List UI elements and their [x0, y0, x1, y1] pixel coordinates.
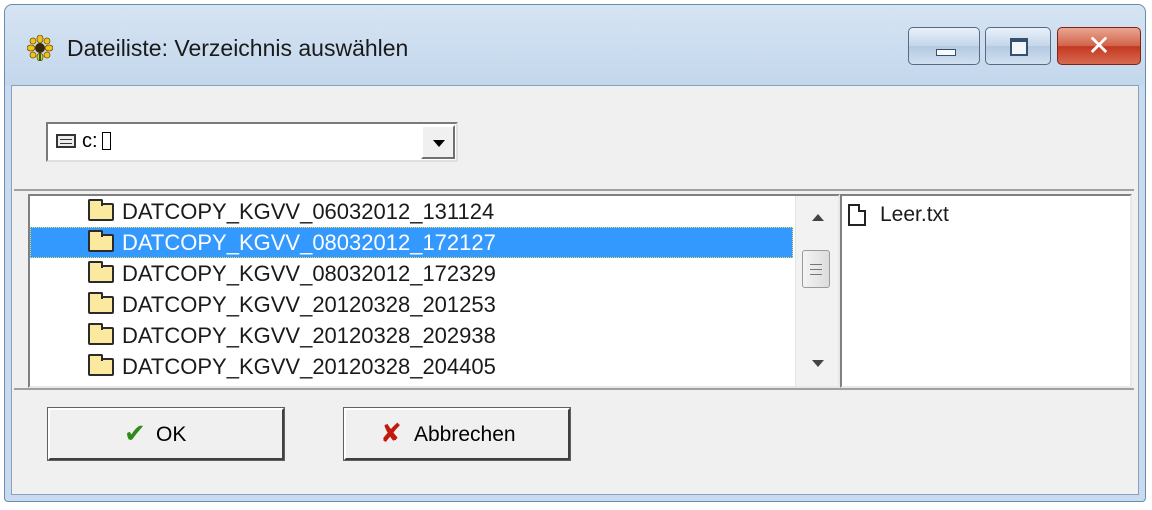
directory-item[interactable]: DATCOPY_KGVV_20120328_201253	[30, 289, 793, 320]
folder-icon	[88, 199, 114, 221]
directory-item[interactable]: DATCOPY_KGVV_06032012_131124	[30, 196, 793, 227]
folder-icon	[88, 261, 114, 283]
close-icon: ✕	[1087, 29, 1111, 62]
checkmark-icon: ✔	[124, 419, 146, 449]
text-cursor	[101, 132, 111, 150]
directory-item[interactable]: DATCOPY_KGVV_20120328_202938	[30, 320, 793, 351]
directory-scrollbar[interactable]	[795, 196, 838, 386]
directory-list[interactable]: DATCOPY_KGVV_06032012_131124 DATCOPY_KGVV…	[28, 194, 840, 388]
directory-name: DATCOPY_KGVV_08032012_172127	[122, 230, 496, 255]
directory-name: DATCOPY_KGVV_20120328_204405	[122, 354, 496, 379]
maximize-button[interactable]	[985, 27, 1051, 65]
maximize-icon	[1010, 38, 1028, 56]
window-title: Dateiliste: Verzeichnis auswählen	[67, 35, 409, 61]
folder-icon	[88, 230, 114, 252]
directory-name: DATCOPY_KGVV_20120328_202938	[122, 323, 496, 348]
folder-icon	[88, 292, 114, 314]
chevron-down-icon[interactable]	[421, 125, 455, 159]
close-button[interactable]: ✕	[1057, 27, 1141, 65]
directory-name: DATCOPY_KGVV_06032012_131124	[122, 199, 495, 224]
directory-item[interactable]: DATCOPY_KGVV_08032012_172329	[30, 258, 793, 289]
folder-icon	[88, 323, 114, 345]
directory-item[interactable]: DATCOPY_KGVV_08032012_172127	[30, 227, 793, 258]
sunflower-app-icon	[27, 35, 53, 61]
scroll-down-icon[interactable]	[812, 360, 824, 367]
drive-select-value: c:	[82, 130, 98, 152]
drive-icon	[56, 134, 76, 148]
cancel-button-label: Abbrechen	[414, 423, 516, 446]
title-bar[interactable]: Dateiliste: Verzeichnis auswählen ✕	[5, 5, 1145, 85]
folder-icon	[88, 354, 114, 376]
drive-panel: c:	[14, 88, 1134, 191]
dialog-client-area: c: DATCOPY_KGVV_06032012_131124 DATCOPY_K…	[11, 85, 1139, 495]
file-icon	[848, 204, 866, 226]
divider	[14, 388, 1134, 390]
file-list[interactable]: Leer.txt	[840, 194, 1132, 388]
directory-name: DATCOPY_KGVV_08032012_172329	[122, 261, 496, 286]
directory-name: DATCOPY_KGVV_20120328_201253	[122, 292, 496, 317]
scroll-up-icon[interactable]	[812, 214, 824, 221]
directory-rows: DATCOPY_KGVV_06032012_131124 DATCOPY_KGVV…	[30, 196, 793, 382]
scroll-thumb[interactable]	[802, 250, 830, 288]
minimize-icon	[936, 49, 956, 56]
drive-select[interactable]: c:	[46, 122, 458, 162]
ok-button-label: OK	[156, 423, 187, 446]
directory-item[interactable]: DATCOPY_KGVV_20120328_204405	[30, 351, 793, 382]
cancel-button[interactable]: ✘ Abbrechen	[343, 407, 571, 461]
minimize-button[interactable]	[908, 27, 980, 65]
x-icon: ✘	[380, 419, 402, 449]
file-name: Leer.txt	[880, 203, 949, 226]
ok-button[interactable]: ✔ OK	[47, 407, 285, 461]
dialog-window: Dateiliste: Verzeichnis auswählen ✕ c: D…	[4, 4, 1146, 502]
